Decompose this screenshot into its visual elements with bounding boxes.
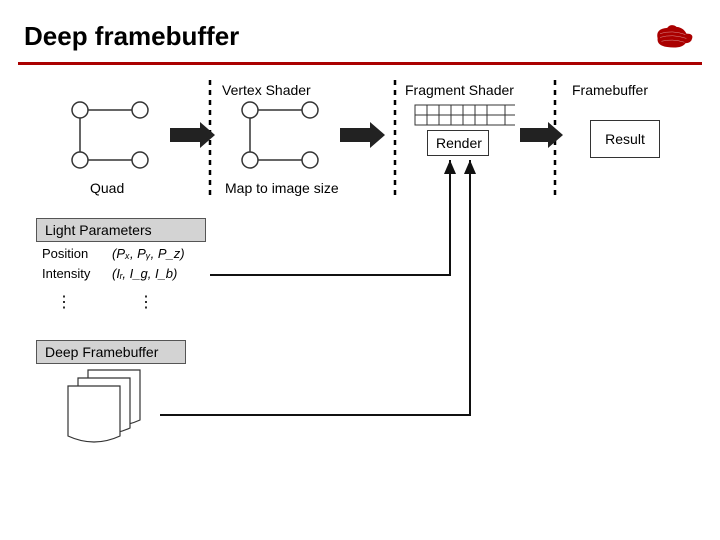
arrow-icon	[170, 122, 215, 148]
result-box: Result	[590, 120, 660, 158]
param-value: (Pₓ, Pᵧ, P_z)	[112, 246, 185, 261]
pipeline-diagram	[0, 0, 720, 540]
caption-map: Map to image size	[225, 180, 339, 196]
render-box: Render	[427, 130, 489, 156]
param-name: Intensity	[42, 266, 90, 281]
caption-quad: Quad	[90, 180, 124, 196]
deep-framebuffer-header: Deep Framebuffer	[36, 340, 186, 364]
stage-label-framebuffer: Framebuffer	[572, 82, 648, 98]
arrow-icon	[520, 122, 563, 148]
teapot-logo-icon	[648, 18, 696, 54]
vertical-ellipsis-icon: ⋮	[56, 292, 74, 312]
page-title: Deep framebuffer	[24, 21, 239, 52]
data-flow-arrow	[160, 160, 470, 415]
layered-buffers-icon	[68, 370, 140, 442]
raster-grid-glyph	[415, 105, 515, 125]
title-rule	[18, 62, 702, 65]
vertical-ellipsis-icon: ⋮	[138, 292, 156, 312]
mapped-quad-glyph	[242, 102, 318, 168]
param-value: (Iᵣ, I_g, I_b)	[112, 266, 177, 281]
param-name: Position	[42, 246, 88, 261]
light-parameters-header: Light Parameters	[36, 218, 206, 242]
arrow-icon	[340, 122, 385, 148]
stage-label-fragment: Fragment Shader	[405, 82, 514, 98]
data-flow-arrow	[210, 160, 450, 275]
quad-glyph	[72, 102, 148, 168]
stage-label-vertex: Vertex Shader	[222, 82, 311, 98]
